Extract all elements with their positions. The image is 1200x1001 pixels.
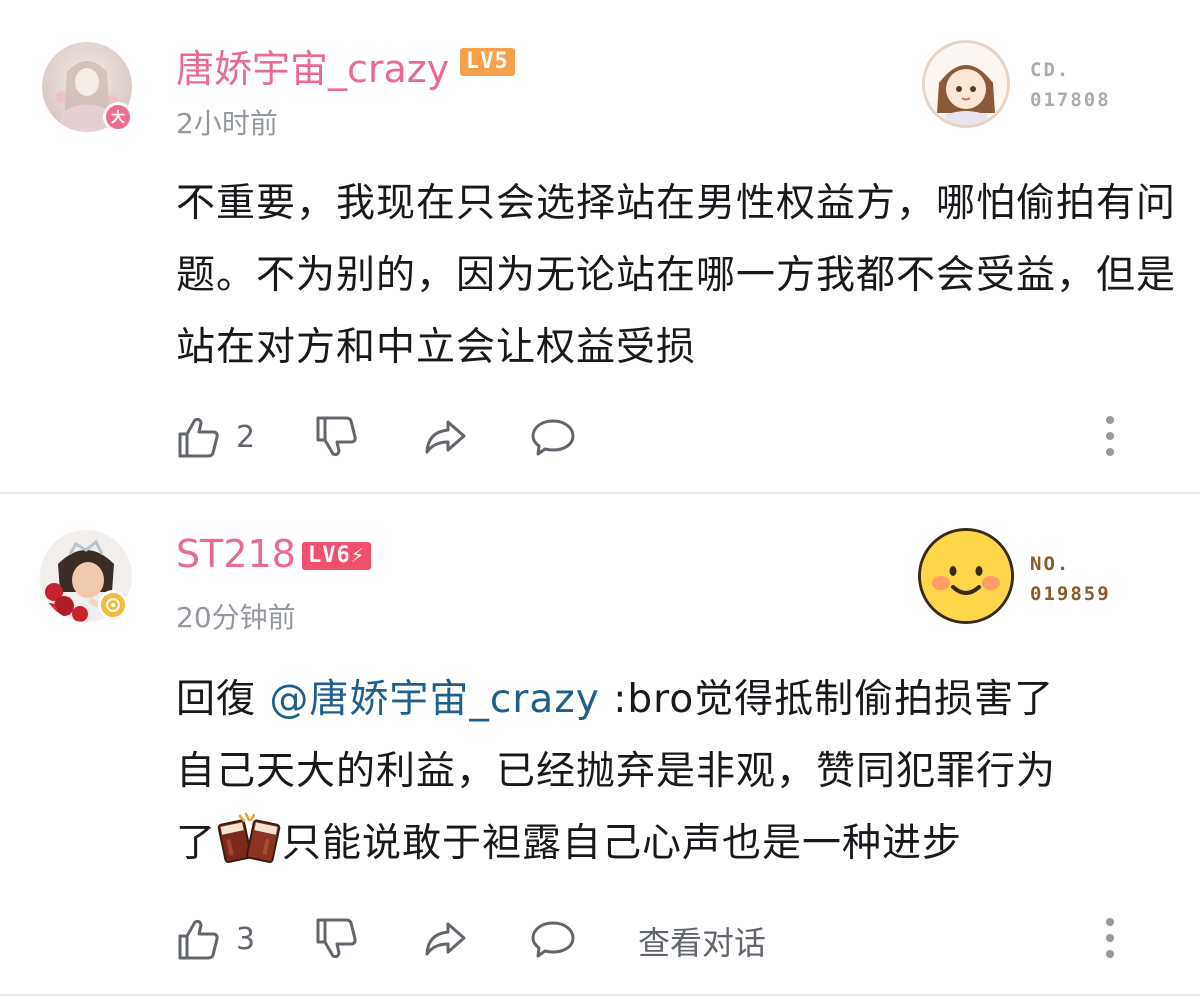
dislike-icon — [316, 918, 357, 959]
reply-button[interactable] — [530, 914, 576, 964]
mention-link[interactable]: @唐娇宇宙_crazy — [269, 677, 599, 722]
comment-line: 了 只能说敢于袒露自己心声也是一种进步 — [176, 808, 1176, 880]
reply-icon — [531, 419, 575, 456]
timestamp: 20分钟前 — [176, 601, 296, 634]
fan-medal-label: CD. — [1030, 59, 1071, 81]
username[interactable]: ST218 — [176, 532, 296, 576]
avatar-badge: 大 — [103, 102, 133, 132]
comment-actions: 3 查看对话 — [176, 914, 1166, 964]
comment-item: ST218 LV6⚡ 20分钟前 NO. 019859 回復 @唐娇宇宙_cra… — [0, 494, 1200, 994]
dislike-button[interactable] — [314, 412, 360, 462]
reply-icon — [531, 921, 575, 958]
fan-medal-number: 017808 — [1030, 89, 1111, 111]
dislike-button[interactable] — [314, 914, 360, 964]
more-icon[interactable] — [1106, 918, 1114, 962]
more-icon[interactable] — [1106, 416, 1114, 460]
comment-text: 回復 @唐娇宇宙_crazy :bro觉得抵制偷拍损害了 自己天大的利益，已经抛… — [176, 664, 1176, 880]
like-button[interactable]: 3 — [176, 914, 255, 964]
like-count: 3 — [236, 921, 256, 957]
fan-medal-number: 019859 — [1030, 583, 1111, 605]
comment-item: 大 唐娇宇宙_crazy LV5 2小时前 CD. 017808 不重要，我现在… — [0, 0, 1200, 492]
reply-prefix: 回復 — [176, 677, 270, 722]
fan-medal-label: NO. — [1030, 553, 1071, 575]
like-button[interactable]: 2 — [176, 412, 255, 462]
share-icon — [425, 922, 466, 956]
comment-text-fragment: :bro觉得抵制偷拍损害了 — [599, 677, 1055, 722]
like-icon — [178, 417, 219, 458]
comment-text: 不重要，我现在只会选择站在男性权益方，哪怕偷拍有问题。不为别的，因为无论站在哪一… — [176, 181, 1177, 370]
reply-button[interactable] — [530, 412, 576, 462]
dislike-icon — [316, 416, 357, 457]
divider — [0, 994, 1200, 996]
cheers-emoji-icon — [216, 808, 282, 866]
avatar-badge-icon — [98, 590, 128, 620]
share-icon — [425, 420, 466, 454]
fan-medal-avatar[interactable] — [918, 528, 1014, 624]
view-conversation-link[interactable]: 查看对话 — [638, 918, 766, 964]
level-badge: LV5 — [460, 48, 515, 76]
timestamp: 2小时前 — [176, 107, 278, 140]
comment-text-fragment: 只能说敢于袒露自己心声也是一种进步 — [282, 821, 963, 866]
comment-text-fragment: 了 — [176, 821, 217, 866]
level-badge: LV6⚡ — [302, 542, 371, 570]
fan-medal-avatar[interactable] — [922, 40, 1010, 128]
share-button[interactable] — [422, 914, 468, 964]
like-icon — [178, 919, 219, 960]
comment-line: 自己天大的利益，已经抛弃是非观，赞同犯罪行为 — [176, 749, 1057, 794]
username[interactable]: 唐娇宇宙_crazy — [176, 38, 449, 93]
comment-actions: 2 — [176, 412, 1166, 462]
like-count: 2 — [236, 419, 256, 455]
comment-line: 回復 @唐娇宇宙_crazy :bro觉得抵制偷拍损害了 — [176, 664, 1176, 736]
share-button[interactable] — [422, 412, 468, 462]
